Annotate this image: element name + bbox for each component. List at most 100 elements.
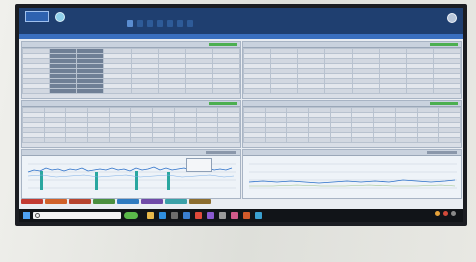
- menu-item-3[interactable]: [147, 20, 153, 27]
- office-icon[interactable]: [243, 212, 250, 219]
- action-button-8[interactable]: [189, 199, 211, 204]
- action-button-1[interactable]: [21, 199, 43, 204]
- chart-left-legend: [186, 158, 212, 172]
- settings-icon[interactable]: [219, 212, 226, 219]
- table-cell: [76, 88, 105, 94]
- chart-series-line: [27, 174, 235, 178]
- weather-widget-icon[interactable]: [124, 212, 138, 219]
- table-cell: [103, 88, 132, 94]
- action-button-4[interactable]: [93, 199, 115, 204]
- table-cell: [264, 137, 288, 143]
- file-explorer-icon[interactable]: [147, 212, 154, 219]
- user-area: [444, 13, 457, 23]
- store-icon[interactable]: [171, 212, 178, 219]
- brand-mark-icon: [55, 12, 65, 22]
- chart-left-controls[interactable]: [206, 151, 236, 154]
- data-table-top-right: [243, 48, 461, 94]
- row-header-cell: [22, 88, 51, 94]
- panel-top-right-bar: [243, 42, 461, 48]
- table-row: [22, 137, 240, 143]
- panel-top-left-bar: [22, 42, 240, 48]
- app-icon[interactable]: [207, 212, 214, 219]
- table-row: [243, 88, 461, 94]
- media-icon[interactable]: [231, 212, 238, 219]
- windows-taskbar: [19, 209, 463, 222]
- app-header: [19, 8, 463, 34]
- menu-item-6[interactable]: [177, 20, 183, 27]
- menu-item-2[interactable]: [137, 20, 143, 27]
- panel-mid-left: [21, 100, 241, 148]
- taskbar-search-input[interactable]: [33, 212, 121, 219]
- table-row: [22, 88, 240, 94]
- user-avatar-icon[interactable]: [447, 13, 457, 23]
- table-cell: [286, 137, 310, 143]
- chart-bar: [135, 171, 138, 190]
- system-tray: [435, 211, 459, 216]
- menu-item-1[interactable]: [127, 20, 133, 27]
- search-icon: [35, 213, 40, 218]
- table-cell: [195, 137, 219, 143]
- panel-mid-right-bar: [243, 101, 461, 107]
- action-button-7[interactable]: [165, 199, 187, 204]
- status-chip: [430, 43, 458, 46]
- menu-item-7[interactable]: [187, 20, 193, 27]
- table-cell: [416, 137, 440, 143]
- table-cell: [217, 137, 240, 143]
- chart-panel-left: [21, 149, 241, 199]
- edge-icon[interactable]: [159, 212, 166, 219]
- panel-top-left: [21, 41, 241, 99]
- chart-right-body: [243, 156, 461, 198]
- table-cell: [351, 137, 375, 143]
- monitor-screen: [19, 8, 463, 222]
- app-logo: [25, 11, 49, 22]
- table-cell: [378, 88, 407, 94]
- network-icon[interactable]: [451, 211, 456, 216]
- table-cell: [297, 88, 326, 94]
- table-cell: [49, 88, 78, 94]
- tray-app-icon[interactable]: [435, 211, 440, 216]
- chart-bar: [40, 171, 43, 190]
- data-table-top-left: [22, 48, 240, 94]
- main-menu: [127, 20, 193, 27]
- panel-mid-left-bar: [22, 101, 240, 107]
- table-cell: [405, 88, 434, 94]
- action-buttons: [21, 199, 211, 204]
- data-table-mid-right: [243, 107, 461, 143]
- table-cell: [351, 88, 380, 94]
- action-button-2[interactable]: [45, 199, 67, 204]
- start-icon[interactable]: [23, 212, 30, 219]
- status-chip: [430, 102, 458, 105]
- action-button-6[interactable]: [141, 199, 163, 204]
- tray-app-icon[interactable]: [443, 211, 448, 216]
- data-table-mid-left: [22, 107, 240, 143]
- photos-icon[interactable]: [255, 212, 262, 219]
- table-cell: [43, 137, 67, 143]
- menu-item-4[interactable]: [157, 20, 163, 27]
- table-cell: [65, 137, 89, 143]
- table-cell: [211, 88, 240, 94]
- chart-bar: [95, 172, 98, 190]
- status-chip: [209, 102, 237, 105]
- panel-mid-right: [242, 100, 462, 148]
- line-chart-right: [248, 163, 457, 189]
- chrome-icon[interactable]: [195, 212, 202, 219]
- table-cell: [173, 137, 197, 143]
- chart-right-controls[interactable]: [427, 151, 457, 154]
- table-cell: [373, 137, 396, 143]
- panel-top-right: [242, 41, 462, 99]
- chart-series-line: [249, 184, 456, 187]
- table-cell: [130, 88, 159, 94]
- taskbar-apps: [147, 212, 262, 219]
- table-cell: [324, 88, 353, 94]
- status-chip: [209, 43, 237, 46]
- chart-bar: [167, 172, 170, 190]
- action-button-3[interactable]: [69, 199, 91, 204]
- table-cell: [130, 137, 154, 143]
- table-cell: [438, 137, 461, 143]
- action-button-5[interactable]: [117, 199, 139, 204]
- chart-panel-right: [242, 149, 462, 199]
- menu-item-5[interactable]: [167, 20, 173, 27]
- mail-icon[interactable]: [183, 212, 190, 219]
- table-cell: [108, 137, 132, 143]
- table-row: [243, 137, 461, 143]
